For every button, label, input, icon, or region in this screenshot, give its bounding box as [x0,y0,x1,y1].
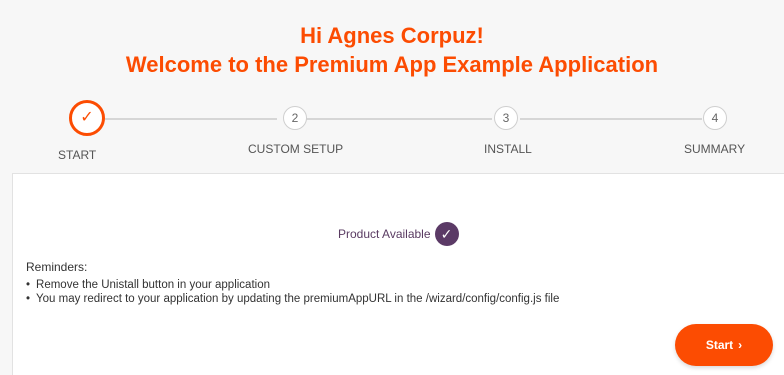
stepper-connector [105,118,277,120]
reminders-list: Remove the Unistall button in your appli… [26,278,559,306]
start-button[interactable]: Start › [675,324,773,366]
reminders-title: Reminders: [26,260,88,274]
product-status-text: Product Available [338,227,431,241]
page-header: Hi Agnes Corpuz! Welcome to the Premium … [0,0,784,79]
chevron-right-icon: › [738,338,743,352]
start-button-label: Start [705,338,734,352]
step-install-label: INSTALL [484,142,532,156]
reminder-item: You may redirect to your application by … [26,292,559,306]
step-custom-setup-label: CUSTOM SETUP [248,142,344,156]
setup-stepper: ✓ 2 3 4 START CUSTOM SETUP INSTALL SUMMA… [0,100,784,170]
greeting-title: Hi Agnes Corpuz! [300,23,484,48]
step-start-label: START [58,148,97,162]
reminder-item: Remove the Unistall button in your appli… [26,278,559,292]
wizard-page: Hi Agnes Corpuz! Welcome to the Premium … [0,0,784,375]
step-custom-setup-number[interactable]: 2 [283,106,307,130]
step-start-check-icon[interactable]: ✓ [69,100,105,136]
step-summary-label: SUMMARY [684,142,746,156]
check-circle-icon: ✓ [434,222,459,246]
step-summary-number[interactable]: 4 [703,106,727,130]
welcome-title: Welcome to the Premium App Example Appli… [125,52,659,77]
product-status: Product Available ✓ [338,222,459,246]
stepper-connector [520,118,702,120]
content-card: Product Available ✓ Reminders: Remove th… [12,173,784,375]
stepper-connector [306,118,492,120]
step-install-number[interactable]: 3 [494,106,518,130]
